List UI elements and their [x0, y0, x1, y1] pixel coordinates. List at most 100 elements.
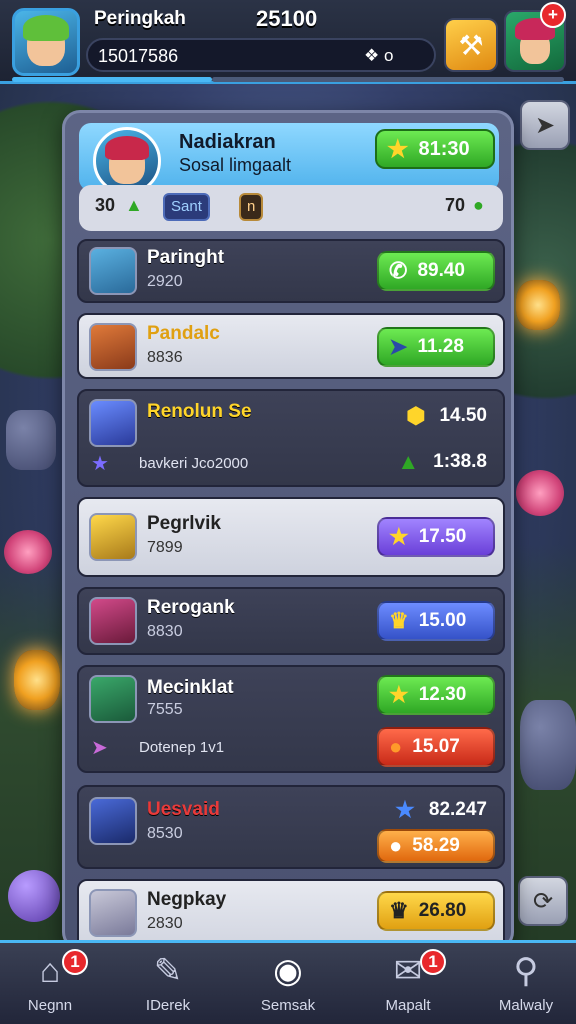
leaderboard-row[interactable]: Rerogank 8830 ♛ 15.00	[77, 587, 505, 655]
arrow-icon: ➤	[389, 334, 408, 359]
flower-right	[516, 470, 564, 516]
row-name: Mecinklat	[147, 677, 234, 698]
nav-map-badge: 1	[420, 949, 446, 975]
player-id: 15017586	[98, 46, 179, 66]
pencil-icon: ✎	[153, 952, 183, 990]
nav-more-label: Malwaly	[498, 997, 554, 1014]
row-value: 14.50	[439, 405, 487, 426]
top-header: Peringkah 25100 15017586 ❖ o ⚒ +	[0, 0, 576, 84]
notification-badge: +	[540, 2, 566, 28]
row-avatar	[89, 399, 137, 447]
nav-edit[interactable]: ✎ IDerek	[118, 951, 218, 1023]
level-progress-fill	[12, 77, 212, 82]
rock-right	[520, 700, 576, 790]
row-value: 82.247	[428, 799, 487, 820]
magnifier-icon: ⚲	[513, 952, 539, 990]
row-avatar	[89, 513, 137, 561]
lantern-right	[516, 280, 560, 330]
row-value: 17.50	[418, 526, 467, 547]
row-value-display: ⬢ 14.50	[406, 403, 487, 429]
nav-home[interactable]: ⌂ Negnn 1	[0, 949, 100, 1023]
star-icon: ★	[395, 797, 415, 822]
row-value-button[interactable]: ★ 17.50	[377, 517, 495, 557]
pin-icon: ➤	[534, 111, 556, 139]
row-sub: 8836	[147, 349, 183, 366]
row-avatar	[89, 797, 137, 845]
star-icon: ★	[387, 135, 409, 163]
player-name: Peringkah	[94, 8, 186, 29]
row-value2-display: ▲ 1:38.8	[397, 449, 487, 475]
row-value2: 1:38.8	[433, 451, 487, 472]
leaderboard-row[interactable]: Paringht 2920 ✆ 89.40	[77, 239, 505, 303]
row-avatar	[89, 323, 137, 371]
avatar-hair	[23, 15, 69, 41]
nav-search[interactable]: ◉ Semsak	[238, 951, 338, 1023]
panel-title: Nadiakran	[179, 131, 276, 153]
stat-right-value: 70	[445, 195, 466, 215]
row-sub: 8530	[147, 825, 183, 842]
row-value: 89.40	[417, 260, 465, 281]
trophy-icon: ♛	[389, 898, 409, 923]
leaderboard-row[interactable]: Pandalc 8836 ➤ 11.28	[77, 313, 505, 379]
player-score: 25100	[256, 6, 318, 31]
row-value2-button[interactable]: ● 15.07	[377, 727, 495, 767]
star-icon: ★	[389, 682, 409, 707]
hammer-icon: ⚒	[458, 29, 484, 61]
row-sub: 2920	[147, 273, 183, 290]
leaderboard-row[interactable]: Renolun Se ⬢ 14.50 ★ bavkeri Jco2000 ▲ 1…	[77, 389, 505, 487]
star-icon: ★	[389, 524, 409, 549]
diamond-counter: ❖ o	[364, 46, 394, 65]
refresh-button[interactable]: ⟳	[518, 876, 568, 926]
row-name: Pandalc	[147, 323, 220, 344]
leaderboard-panel: Nadiakran Sosal limgaalt ★ 81:30 30 ▲ Sa…	[62, 110, 514, 950]
bottom-navigation: ⌂ Negnn 1 ✎ IDerek ◉ Semsak ✉ Mapalt 1 ⚲…	[0, 940, 576, 1024]
lantern-left	[14, 650, 60, 710]
row-sub: 2830	[147, 915, 183, 932]
row-avatar	[89, 889, 137, 937]
row-avatar	[89, 247, 137, 295]
row-name: Negpkay	[147, 889, 227, 910]
row-name: Pegrlvik	[147, 513, 221, 534]
orb-icon: ◉	[273, 952, 303, 990]
star-icon: ★	[91, 453, 109, 475]
arrow-icon: ➤	[91, 737, 108, 759]
row-name: Rerogank	[147, 597, 235, 618]
row-value: 11.28	[417, 336, 464, 357]
row-value2-button[interactable]: ● 58.29	[377, 829, 495, 863]
nav-edit-label: IDerek	[145, 997, 191, 1014]
row-value-button[interactable]: ➤ 11.28	[377, 327, 495, 367]
row-sub: 8830	[147, 623, 183, 640]
flower-left	[4, 530, 52, 574]
player-avatar[interactable]	[12, 8, 80, 76]
row-sub: 7555	[147, 701, 183, 718]
header-value: 81:30	[418, 137, 470, 160]
nav-home-badge: 1	[62, 949, 88, 975]
phone-icon: ✆	[389, 258, 408, 283]
stat-left-value: 30	[95, 195, 116, 215]
row-value: 12.30	[418, 684, 467, 705]
shield-icon: ⬢	[406, 403, 426, 428]
row-value-button[interactable]: ♛ 26.80	[377, 891, 495, 931]
coin-icon: ●	[389, 833, 403, 858]
level-progress-track	[212, 77, 564, 82]
nav-map[interactable]: ✉ Mapalt 1	[358, 949, 458, 1023]
leaderboard-row[interactable]: Mecinklat 7555 ★ 12.30 ➤ Dotenep 1v1 ● 1…	[77, 665, 505, 773]
pin-button[interactable]: ➤	[520, 100, 570, 150]
up-arrow-icon: ▲	[125, 195, 143, 215]
tag-feather[interactable]: n	[239, 193, 264, 221]
stats-row: 30 ▲ Sant n 70 ●	[79, 185, 503, 231]
refresh-icon: ⟳	[532, 887, 554, 915]
nav-more[interactable]: ⚲ Malwaly	[476, 951, 576, 1023]
leaderboard-row[interactable]: Uesvaid 8530 ★ 82.247 ● 58.29	[77, 785, 505, 869]
row-value2: 58.29	[412, 835, 460, 856]
row-value-button[interactable]: ♛ 15.00	[377, 601, 495, 641]
coin-icon: ●	[389, 734, 403, 759]
coin-icon: ●	[473, 195, 484, 215]
row-value-button[interactable]: ★ 12.30	[377, 675, 495, 715]
leaderboard-row[interactable]: Pegrlvik 7899 ★ 17.50	[77, 497, 505, 577]
nav-search-label: Semsak	[260, 997, 316, 1014]
row-value-button[interactable]: ✆ 89.40	[377, 251, 495, 291]
hammer-button[interactable]: ⚒	[444, 18, 498, 72]
tag-sant[interactable]: Sant	[163, 193, 210, 221]
header-value-button[interactable]: ★ 81:30	[375, 129, 495, 169]
